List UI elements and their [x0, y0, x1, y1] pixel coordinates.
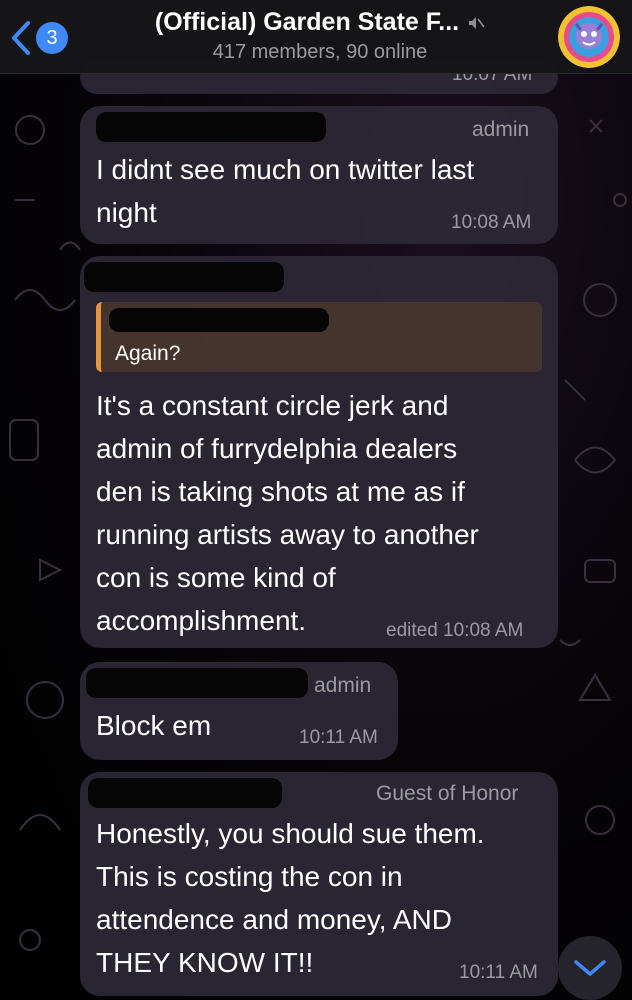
chat-title-area[interactable]: (Official) Garden State F... 417 members… — [120, 8, 520, 64]
chevron-down-icon — [574, 960, 606, 976]
message-text: con is some kind of — [96, 562, 336, 593]
message-time: 10:11 AM — [459, 962, 538, 983]
message-text: This is costing the con in — [96, 861, 403, 892]
group-mascot-avatar-icon — [558, 6, 620, 68]
message-text: den is taking shots at me as if — [96, 476, 465, 507]
sender-role: admin — [472, 118, 530, 141]
message-text: attendence and money, AND — [96, 904, 452, 935]
scroll-to-bottom-button[interactable] — [558, 936, 622, 1000]
message-text: I didnt see much on twitter last — [96, 154, 475, 185]
message-text: Honestly, you should sue them. — [96, 818, 485, 849]
message-text: admin of furrydelphia dealers — [96, 433, 458, 464]
unread-count-badge: 3 — [36, 22, 68, 54]
message-time: 10:08 AM — [451, 212, 532, 233]
message-text: accomplishment. — [96, 605, 307, 636]
redacted-reply-author — [109, 308, 329, 332]
sender-role: Guest of Honor — [376, 782, 519, 805]
reply-quote-text: Again? — [115, 342, 181, 365]
sender-role: admin — [314, 674, 372, 697]
message-text: It's a constant circle jerk and — [96, 390, 449, 421]
member-count: 417 members, 90 online — [212, 41, 428, 63]
chevron-left-icon — [12, 21, 30, 55]
message-time: 10:11 AM — [299, 727, 378, 748]
reply-quote[interactable]: Again? — [96, 302, 542, 372]
chat-header: 3 (Official) Garden State F... 417 membe… — [0, 0, 632, 74]
message-text: running artists away to another — [96, 519, 479, 550]
message-time: edited 10:08 AM — [386, 620, 524, 641]
message-text: night — [96, 197, 157, 228]
chat-title: (Official) Garden State F... — [154, 8, 460, 36]
redacted-sender-name — [84, 262, 284, 292]
redacted-sender-name — [96, 112, 326, 142]
muted-speaker-icon — [469, 16, 485, 29]
group-avatar[interactable] — [558, 6, 620, 68]
back-button[interactable]: 3 — [10, 18, 68, 58]
redacted-sender-name — [86, 668, 308, 698]
message-text: Block em — [96, 710, 212, 741]
message-text: THEY KNOW IT!! — [96, 947, 314, 978]
redacted-sender-name — [88, 778, 282, 808]
